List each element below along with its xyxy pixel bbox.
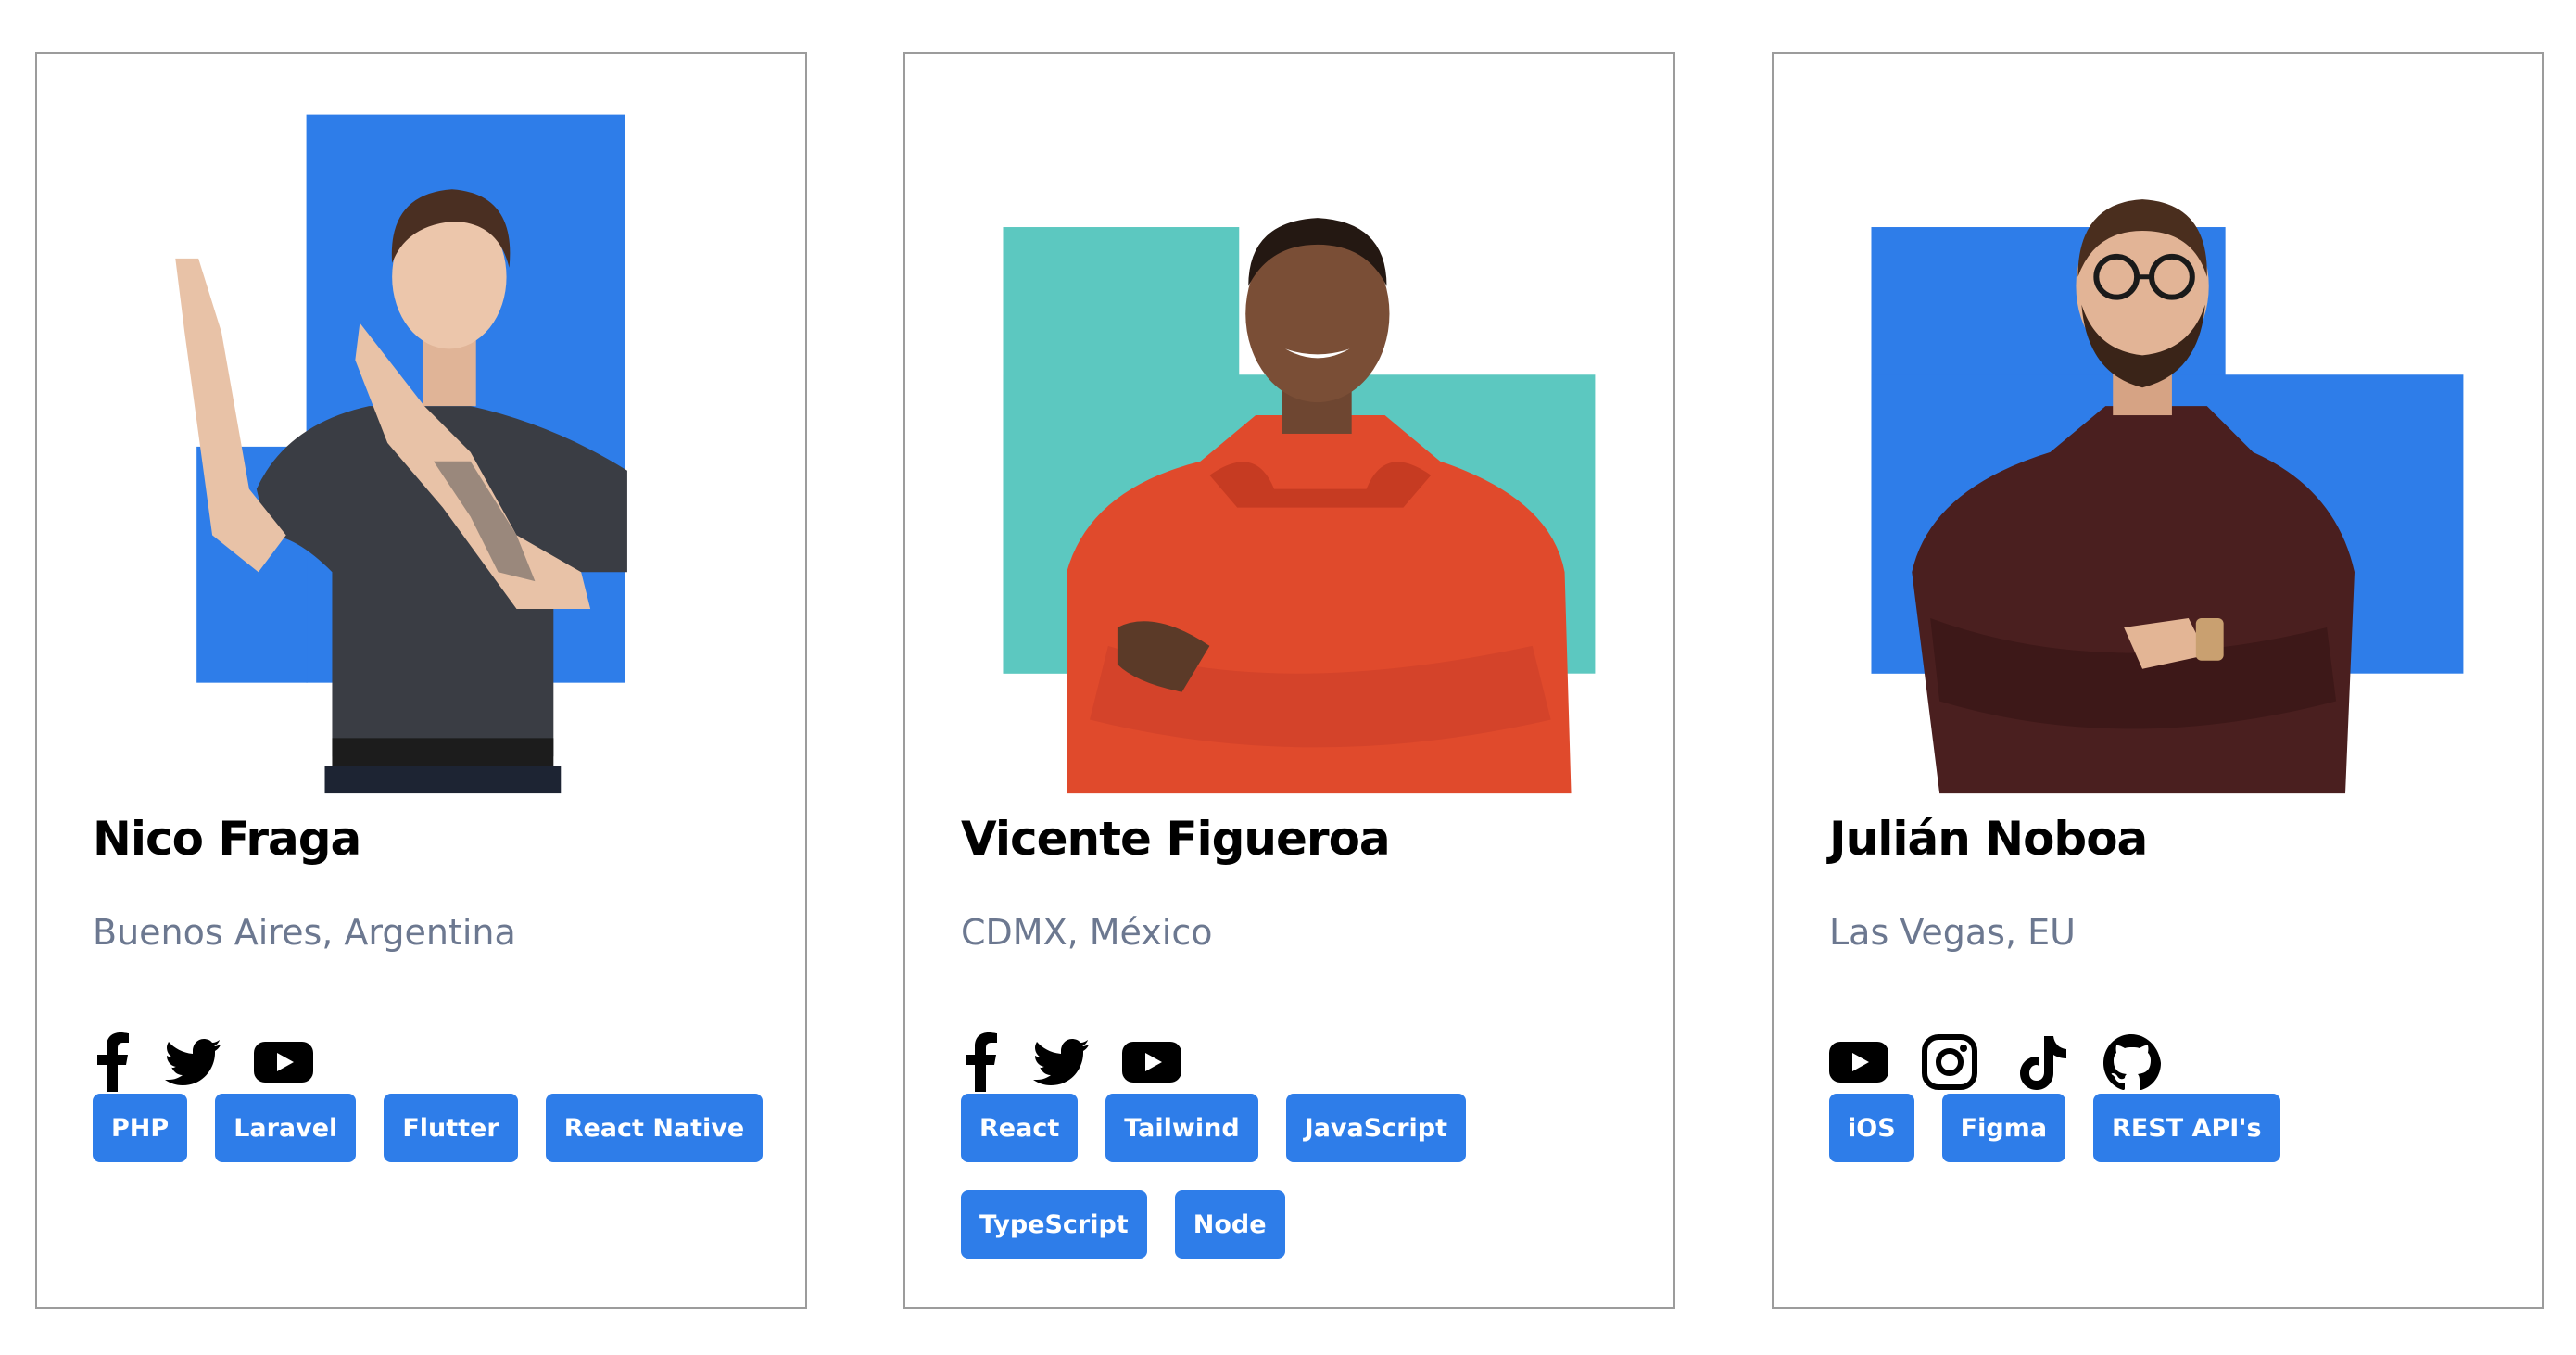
profile-card-julian: Julián Noboa Las Vegas, EU iOS Figma RES… (1772, 52, 2544, 1309)
facebook-icon[interactable] (961, 1032, 1000, 1092)
youtube-icon[interactable] (254, 1032, 313, 1092)
tag[interactable]: Node (1174, 1190, 1285, 1259)
skill-tags: PHP Laravel Flutter React Native (93, 1094, 768, 1162)
social-links (1829, 1029, 2161, 1095)
profile-name: Julián Noboa (1829, 812, 2148, 866)
tag[interactable]: TypeScript (961, 1190, 1147, 1259)
facebook-icon[interactable] (93, 1032, 132, 1092)
tag[interactable]: iOS (1829, 1094, 1914, 1162)
profile-photo (37, 54, 805, 795)
tag[interactable]: Laravel (215, 1094, 357, 1162)
profile-location: Buenos Aires, Argentina (93, 912, 516, 953)
skill-tags: React Tailwind JavaScript TypeScript Nod… (961, 1094, 1636, 1259)
profile-photo (1774, 54, 2542, 795)
tag[interactable]: Figma (1941, 1094, 2066, 1162)
profile-card-nico: Nico Fraga Buenos Aires, Argentina PHP L… (35, 52, 807, 1309)
tag[interactable]: Tailwind (1105, 1094, 1258, 1162)
instagram-icon[interactable] (1920, 1032, 1979, 1092)
photo-illustration (1871, 199, 2464, 794)
photo-illustration (175, 114, 627, 794)
photo-illustration (1003, 218, 1596, 794)
skill-tags: iOS Figma REST API's (1829, 1094, 2505, 1162)
tag[interactable]: Flutter (384, 1094, 518, 1162)
profile-name: Vicente Figueroa (961, 812, 1391, 866)
twitter-icon[interactable] (163, 1032, 222, 1092)
twitter-icon[interactable] (1031, 1032, 1091, 1092)
tag[interactable]: React (961, 1094, 1079, 1162)
profile-location: Las Vegas, EU (1829, 912, 2076, 953)
github-icon[interactable] (2102, 1032, 2161, 1092)
youtube-icon[interactable] (1122, 1032, 1181, 1092)
tag[interactable]: REST API's (2093, 1094, 2280, 1162)
tag[interactable]: JavaScript (1285, 1094, 1466, 1162)
youtube-icon[interactable] (1829, 1032, 1888, 1092)
social-links (93, 1029, 313, 1095)
profile-card-vicente: Vicente Figueroa CDMX, México React Tail… (903, 52, 1675, 1309)
profile-photo (905, 54, 1673, 795)
tiktok-icon[interactable] (2011, 1032, 2070, 1092)
profile-name: Nico Fraga (93, 812, 361, 866)
tag[interactable]: React Native (545, 1094, 764, 1162)
profile-location: CDMX, México (961, 912, 1213, 953)
tag[interactable]: PHP (93, 1094, 188, 1162)
social-links (961, 1029, 1181, 1095)
